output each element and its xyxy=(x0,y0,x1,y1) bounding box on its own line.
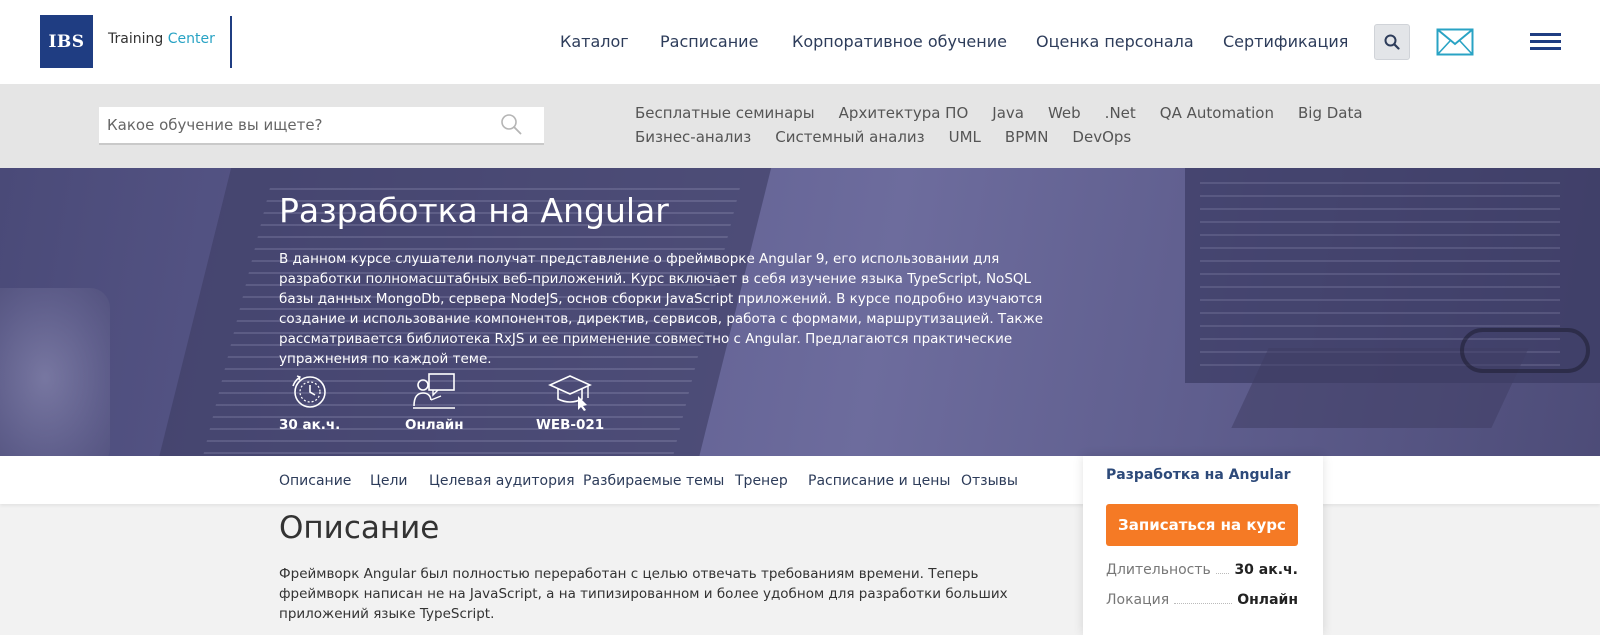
tag-system-analysis[interactable]: Системный анализ xyxy=(775,127,924,147)
nav-catalog[interactable]: Каталог xyxy=(560,32,629,51)
leader-dots xyxy=(1215,562,1230,574)
tag-uml[interactable]: UML xyxy=(949,127,981,147)
graduation-cap-icon xyxy=(548,375,593,411)
tag-bpmn[interactable]: BPMN xyxy=(1005,127,1049,147)
card-duration-key: Длительность xyxy=(1106,562,1211,578)
tag-devops[interactable]: DevOps xyxy=(1072,127,1131,147)
tag-web[interactable]: Web xyxy=(1048,103,1081,123)
tag-qa-automation[interactable]: QA Automation xyxy=(1160,103,1274,123)
tag-big-data[interactable]: Big Data xyxy=(1298,103,1363,123)
hero-bg-glasses xyxy=(1460,328,1590,373)
course-title: Разработка на Angular xyxy=(279,191,669,230)
course-summary-card: Разработка на Angular Записаться на курс… xyxy=(1083,456,1323,635)
subnav-goals[interactable]: Цели xyxy=(370,473,408,489)
hero-bg-plant xyxy=(0,288,110,456)
feature-code-label: WEB-021 xyxy=(536,417,605,433)
nav-certification[interactable]: Сертификация xyxy=(1223,32,1348,51)
feature-duration-label: 30 ак.ч. xyxy=(279,417,341,433)
card-location-key: Локация xyxy=(1106,592,1170,608)
search-icon xyxy=(1384,34,1400,50)
description-text: Фреймворк Angular был полностью перерабо… xyxy=(279,566,1008,622)
subnav-reviews[interactable]: Отзывы xyxy=(961,473,1018,489)
course-description: В данном курсе слушатели получат предста… xyxy=(279,251,1044,367)
tag-dotnet[interactable]: .Net xyxy=(1105,103,1136,123)
course-section-nav: Описание Цели Целевая аудитория Разбирае… xyxy=(0,456,1600,504)
card-duration-value: 30 ак.ч. xyxy=(1234,562,1298,578)
enroll-button[interactable]: Записаться на курс xyxy=(1106,504,1298,546)
course-search-input[interactable] xyxy=(107,107,487,143)
card-course-title: Разработка на Angular xyxy=(1106,467,1291,483)
feature-format: Онлайн xyxy=(405,372,464,433)
course-search-field[interactable] xyxy=(99,107,544,145)
header-search-button[interactable] xyxy=(1374,24,1410,60)
subnav-target-audience[interactable]: Целевая аудитория xyxy=(429,473,575,489)
topic-tags: Бесплатные семинары Архитектура ПО Java … xyxy=(635,103,1485,147)
main-nav: Каталог Расписание Корпоративное обучени… xyxy=(0,32,1600,54)
nav-corporate-training[interactable]: Корпоративное обучение xyxy=(792,32,1007,51)
online-presenter-icon xyxy=(413,373,456,409)
tag-free-seminars[interactable]: Бесплатные семинары xyxy=(635,103,815,123)
subnav-schedule-prices[interactable]: Расписание и цены xyxy=(808,473,950,489)
clock-icon xyxy=(291,375,326,408)
subnav-trainer[interactable]: Тренер xyxy=(735,473,788,489)
description-heading: Описание xyxy=(279,510,440,546)
subnav-description[interactable]: Описание xyxy=(279,473,351,489)
site-header: IBS Training Center Каталог Расписание К… xyxy=(0,0,1600,84)
card-location-value: Онлайн xyxy=(1237,592,1298,608)
tag-software-architecture[interactable]: Архитектура ПО xyxy=(839,103,969,123)
card-row-location: Локация Онлайн xyxy=(1106,592,1298,612)
mail-icon[interactable] xyxy=(1436,28,1474,56)
hamburger-icon[interactable] xyxy=(1530,33,1561,51)
tag-business-analysis[interactable]: Бизнес-анализ xyxy=(635,127,751,147)
leader-dots xyxy=(1174,592,1233,604)
tag-java[interactable]: Java xyxy=(992,103,1024,123)
feature-code: WEB-021 xyxy=(536,372,604,433)
feature-format-label: Онлайн xyxy=(405,417,464,433)
subnav-topics[interactable]: Разбираемые темы xyxy=(583,473,724,489)
card-row-duration: Длительность 30 ак.ч. xyxy=(1106,562,1298,582)
feature-duration: 30 ак.ч. xyxy=(279,372,340,433)
nav-schedule[interactable]: Расписание xyxy=(660,32,758,51)
search-field-icon[interactable] xyxy=(500,113,522,135)
nav-personnel-assessment[interactable]: Оценка персонала xyxy=(1036,32,1194,51)
